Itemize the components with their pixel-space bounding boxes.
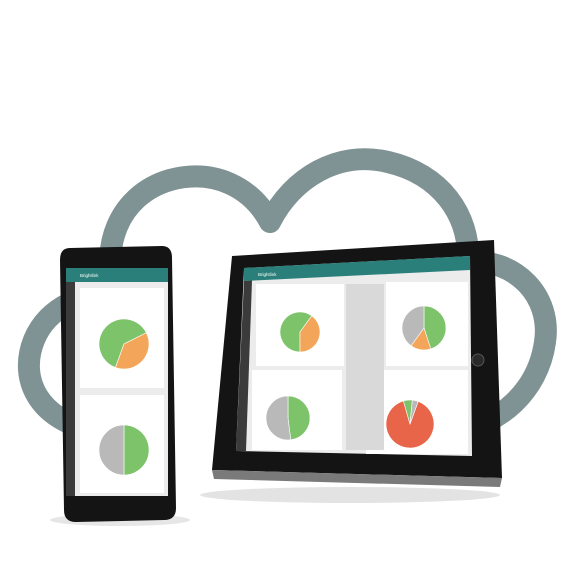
tablet-pie-2 — [401, 305, 447, 351]
scene-illustration: Brightlink Brightlink — [18, 148, 557, 526]
tablet-shadow — [200, 487, 500, 503]
phone-device: Brightlink — [60, 246, 176, 522]
tablet-pie-4 — [385, 399, 435, 449]
tablet-header-text: Brightlink — [258, 272, 277, 277]
phone-pie-2 — [98, 424, 150, 476]
phone-sidebar — [66, 282, 75, 496]
tablet-home-button[interactable] — [471, 353, 485, 367]
tablet-gap-column — [346, 284, 384, 450]
phone-pie-1 — [98, 318, 150, 370]
phone-header-text: Brightlink — [80, 273, 99, 278]
tablet-pie-3 — [265, 395, 311, 441]
tablet-device: Brightlink — [212, 240, 502, 487]
tablet-pie-1 — [279, 311, 321, 353]
